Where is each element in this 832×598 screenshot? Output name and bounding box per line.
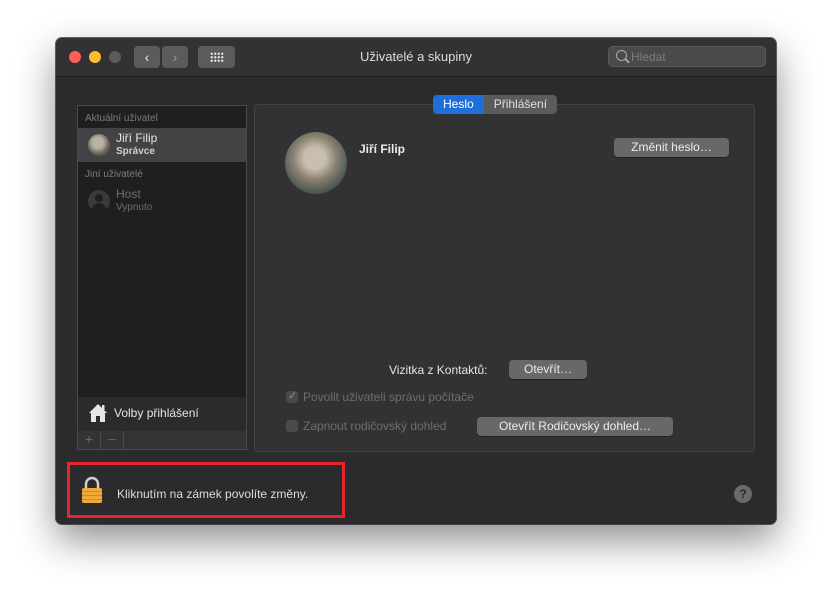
- guest-user-icon: [88, 190, 110, 212]
- user-row-current[interactable]: Jiří Filip Správce: [78, 128, 246, 162]
- add-remove-bar: + −: [77, 431, 247, 450]
- contact-card-label: Vizitka z Kontaktů:: [389, 363, 488, 377]
- tab-login[interactable]: Přihlášení: [483, 95, 558, 114]
- change-password-button[interactable]: Změnit heslo…: [614, 138, 729, 157]
- users-list: Aktuální uživatel Jiří Filip Správce Jin…: [77, 105, 247, 399]
- title-bar: ‹ › Uživatelé a skupiny: [56, 38, 776, 77]
- search-icon: [616, 50, 627, 61]
- users-groups-window: ‹ › Uživatelé a skupiny Aktuální uživate…: [56, 38, 776, 524]
- search-field[interactable]: [608, 46, 766, 67]
- user-name: Jiří Filip: [116, 131, 158, 145]
- login-options-button[interactable]: Volby přihlášení: [77, 397, 247, 432]
- house-icon: [89, 404, 107, 422]
- tab-password[interactable]: Heslo: [433, 95, 484, 114]
- parental-checkbox[interactable]: [286, 420, 298, 432]
- parental-label: Zapnout rodičovský dohled: [303, 419, 447, 433]
- current-user-header: Aktuální uživatel: [85, 113, 158, 124]
- allow-admin-checkbox[interactable]: [286, 389, 298, 403]
- remove-user-button[interactable]: −: [101, 431, 124, 449]
- user-name: Host: [116, 187, 141, 201]
- other-users-header: Jiní uživatelé: [85, 169, 143, 180]
- search-input[interactable]: [631, 48, 761, 65]
- help-button[interactable]: ?: [734, 485, 752, 503]
- annotation-highlight-box: [67, 462, 345, 518]
- user-full-name: Jiří Filip: [359, 142, 406, 156]
- tab-bar: Heslo Přihlášení: [433, 95, 558, 114]
- login-options-label: Volby přihlášení: [114, 406, 199, 420]
- avatar: [88, 134, 110, 156]
- user-role: Správce: [116, 146, 155, 157]
- allow-admin-label: Povolit uživateli správu počítače: [303, 390, 474, 404]
- user-row-guest[interactable]: Host Vypnuto: [78, 184, 246, 218]
- open-parental-controls-button[interactable]: Otevřít Rodičovský dohled…: [477, 417, 673, 436]
- user-status: Vypnuto: [116, 202, 153, 213]
- add-user-button[interactable]: +: [78, 431, 101, 449]
- open-contact-button[interactable]: Otevřít…: [509, 360, 587, 379]
- user-picture[interactable]: [285, 132, 347, 194]
